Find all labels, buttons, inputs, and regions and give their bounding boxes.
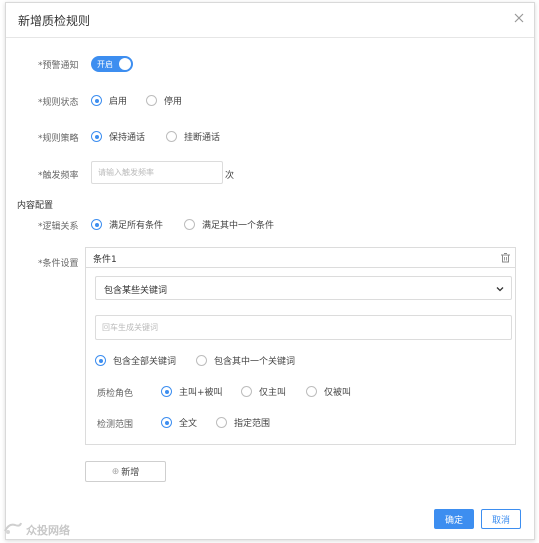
confirm-button[interactable]: 确定 <box>434 509 474 529</box>
chevron-down-icon <box>495 284 505 294</box>
radio-label: 包含全部关键词 <box>113 357 177 367</box>
radio-dot <box>91 95 102 106</box>
radio-dot <box>146 95 157 106</box>
content-section-title: 内容配置 <box>17 201 54 211</box>
strategy-label: *规则策略 <box>38 134 79 144</box>
radio-label: 保持通话 <box>109 133 146 143</box>
role-radio-callee[interactable]: 仅被叫 <box>306 385 351 398</box>
match-radio-all[interactable]: 包含全部关键词 <box>95 354 176 367</box>
radio-label: 停用 <box>164 97 183 107</box>
add-condition-button[interactable]: ⊕ 新增 <box>85 461 166 482</box>
toggle-knob <box>119 58 131 70</box>
frequency-unit: 次 <box>225 171 235 181</box>
watermark-logo-icon <box>3 521 23 538</box>
match-radio-any[interactable]: 包含其中一个关键词 <box>196 354 295 367</box>
alert-label: *预警通知 <box>38 61 79 71</box>
condition-title: 条件1 <box>93 255 117 265</box>
close-icon[interactable] <box>512 11 526 25</box>
strategy-radio-hangup[interactable]: 挂断通话 <box>166 130 220 143</box>
toggle-text: 开启 <box>97 60 113 69</box>
radio-dot <box>196 355 207 366</box>
scope-radio-range[interactable]: 指定范围 <box>216 416 270 429</box>
watermark-text: 众投网络 <box>26 523 70 537</box>
frequency-label: *触发频率 <box>38 171 79 181</box>
status-radio-enable[interactable]: 启用 <box>91 94 127 107</box>
strategy-radio-keep[interactable]: 保持通话 <box>91 130 145 143</box>
radio-dot <box>166 131 177 142</box>
radio-label: 满足其中一个条件 <box>202 221 275 231</box>
frequency-input[interactable] <box>91 161 223 184</box>
radio-label: 全文 <box>179 419 198 429</box>
radio-dot <box>184 219 195 230</box>
role-radio-both[interactable]: 主叫+被叫 <box>161 385 223 398</box>
scope-label: 检测范围 <box>97 420 134 430</box>
radio-dot <box>95 355 106 366</box>
radio-label: 包含其中一个关键词 <box>214 357 296 367</box>
plus-icon: ⊕ <box>111 466 120 477</box>
radio-label: 指定范围 <box>234 419 271 429</box>
logic-label: *逻辑关系 <box>38 222 79 232</box>
status-radio-disable[interactable]: 停用 <box>146 94 182 107</box>
radio-label: 挂断通话 <box>184 133 221 143</box>
dialog-header: 新增质检规则 <box>6 3 534 38</box>
select-value: 包含某些关键词 <box>104 286 168 296</box>
trash-icon[interactable] <box>500 252 511 263</box>
condition-header: 条件1 <box>86 248 515 268</box>
dialog-title: 新增质检规则 <box>18 14 91 28</box>
status-label: *规则状态 <box>38 98 79 108</box>
radio-dot <box>306 386 317 397</box>
radio-label: 启用 <box>109 97 128 107</box>
cancel-button[interactable]: 取消 <box>481 509 521 529</box>
radio-label: 仅主叫 <box>259 388 287 398</box>
role-label: 质检角色 <box>97 389 134 399</box>
logic-radio-any[interactable]: 满足其中一个条件 <box>184 218 274 231</box>
radio-label: 主叫+被叫 <box>179 388 223 398</box>
add-label: 新增 <box>121 468 140 478</box>
scope-radio-full[interactable]: 全文 <box>161 416 197 429</box>
radio-dot <box>216 417 227 428</box>
role-radio-caller[interactable]: 仅主叫 <box>241 385 286 398</box>
keyword-input[interactable] <box>95 315 512 340</box>
radio-label: 仅被叫 <box>324 388 352 398</box>
radio-label: 满足所有条件 <box>109 221 164 231</box>
radio-dot <box>161 386 172 397</box>
radio-dot <box>161 417 172 428</box>
radio-dot <box>241 386 252 397</box>
radio-dot <box>91 219 102 230</box>
logic-radio-all[interactable]: 满足所有条件 <box>91 218 163 231</box>
conditions-label: *条件设置 <box>38 259 79 269</box>
condition-type-select[interactable]: 包含某些关键词 <box>95 276 512 300</box>
watermark: 众投网络 <box>3 521 70 538</box>
alert-toggle[interactable]: 开启 <box>91 56 133 72</box>
condition-card: 条件1 包含某些关键词 包含全部关键词 包含其中一个关键词 质检角色 主叫+被叫… <box>85 247 516 445</box>
radio-dot <box>91 131 102 142</box>
